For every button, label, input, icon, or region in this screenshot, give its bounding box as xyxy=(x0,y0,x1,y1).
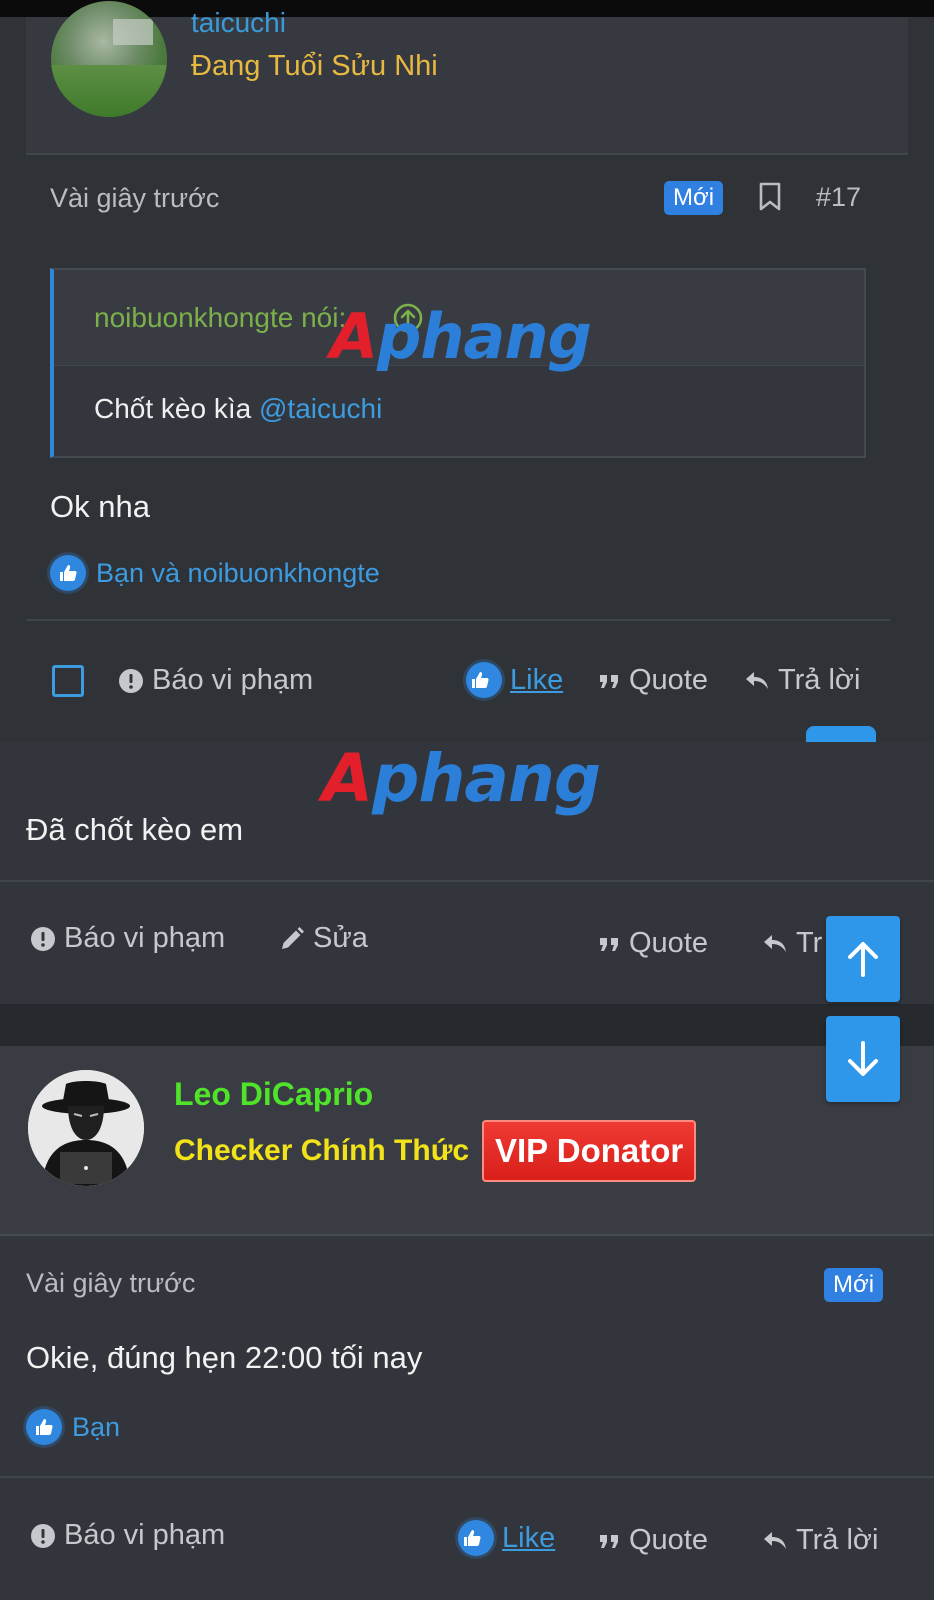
mention-link[interactable]: @taicuchi xyxy=(259,393,382,424)
scroll-top-button[interactable] xyxy=(826,916,900,1002)
watermark-a: A xyxy=(322,740,373,817)
quote-text: Chốt kèo kìa @taicuchi xyxy=(94,393,382,425)
user-title: Checker Chính Thức xyxy=(174,1134,470,1167)
arrow-up-icon xyxy=(848,942,878,977)
watermark-logo: Aphang xyxy=(322,740,601,817)
quote-icon xyxy=(600,674,618,688)
select-checkbox[interactable] xyxy=(52,665,84,697)
thumbs-up-icon xyxy=(466,662,502,698)
report-button[interactable]: Báo vi phạm xyxy=(30,1519,225,1552)
quote-icon xyxy=(600,937,618,951)
reply-label: Tr xyxy=(796,927,823,959)
arrow-down-icon xyxy=(848,1041,878,1076)
user-title: Đang Tuổi Sửu Nhi xyxy=(191,50,438,82)
avatar-building xyxy=(113,19,153,45)
post-number[interactable]: #17 xyxy=(816,182,861,213)
like-label: Like xyxy=(510,663,564,696)
reply-icon xyxy=(764,934,786,952)
new-badge: Mới xyxy=(664,181,724,215)
quote-icon xyxy=(600,1534,618,1548)
thumbs-up-icon xyxy=(50,555,86,591)
edit-label: Sửa xyxy=(313,922,368,954)
likes-summary[interactable]: Bạn và noibuonkhongte xyxy=(50,555,380,591)
post-time[interactable]: Vài giây trước xyxy=(26,1268,195,1299)
thumbs-up-icon xyxy=(26,1409,62,1445)
report-label: Báo vi phạm xyxy=(64,922,226,954)
reply-button[interactable]: Trả lời xyxy=(744,664,860,697)
report-label: Báo vi phạm xyxy=(152,664,314,696)
vip-badge: VIP Donator xyxy=(482,1120,697,1182)
bookmark-icon[interactable] xyxy=(758,182,782,212)
post19: Vài giây trước Mới Okie, đúng hẹn 22:00 … xyxy=(0,1236,934,1600)
post-body: Okie, đúng hẹn 22:00 tối nay xyxy=(26,1340,423,1375)
quote-author[interactable]: noibuonkhongte nói: xyxy=(94,302,346,334)
avatar[interactable] xyxy=(51,1,167,117)
quote-label: Quote xyxy=(629,1524,708,1556)
reply-label: Trả lời xyxy=(796,1524,879,1556)
divider xyxy=(0,880,934,882)
pencil-icon xyxy=(282,926,304,949)
post17-user-card: taicuchi Đang Tuổi Sửu Nhi xyxy=(26,1,908,155)
like-label: Like xyxy=(502,1521,556,1554)
edit-button[interactable]: Sửa xyxy=(279,922,368,955)
username[interactable]: taicuchi xyxy=(191,7,286,33)
likes-text[interactable]: Bạn và noibuonkhongte xyxy=(96,558,380,589)
post-body: Ok nha xyxy=(50,489,150,524)
quote-button[interactable]: Quote xyxy=(599,664,708,697)
report-button[interactable]: Báo vi phạm xyxy=(30,922,225,955)
like-button[interactable]: Like xyxy=(466,662,563,698)
report-button[interactable]: Báo vi phạm xyxy=(118,664,313,697)
post-time[interactable]: Vài giây trước xyxy=(50,183,219,214)
likes-text[interactable]: Bạn xyxy=(72,1412,120,1443)
avatar[interactable] xyxy=(28,1070,144,1186)
reply-button[interactable]: Trả lời xyxy=(762,1524,878,1557)
divider xyxy=(26,619,890,621)
quote-label: Quote xyxy=(629,927,708,959)
reply-button[interactable]: Tr xyxy=(762,927,822,960)
alert-icon xyxy=(31,1523,55,1548)
hacker-avatar-image xyxy=(28,1070,144,1186)
likes-summary[interactable]: Bạn xyxy=(26,1409,120,1445)
quote-button[interactable]: Quote xyxy=(599,927,708,960)
quote-button[interactable]: Quote xyxy=(599,1524,708,1557)
post-body: Đã chốt kèo em xyxy=(26,812,244,847)
reply-icon xyxy=(746,671,768,689)
quote-label: Quote xyxy=(629,664,708,696)
watermark-logo: Aphang xyxy=(330,300,592,373)
report-label: Báo vi phạm xyxy=(64,1519,226,1551)
divider xyxy=(0,1476,934,1478)
reply-label: Trả lời xyxy=(778,664,861,696)
scroll-bottom-button[interactable] xyxy=(826,1016,900,1102)
like-button[interactable]: Like xyxy=(458,1520,555,1556)
reply-icon xyxy=(764,1531,786,1549)
post-separator xyxy=(0,1004,934,1046)
alert-icon xyxy=(31,926,55,951)
avatar-field xyxy=(51,64,167,117)
watermark-a: A xyxy=(330,300,378,373)
new-badge: Mới xyxy=(824,1268,884,1302)
watermark-rest: phang xyxy=(376,300,592,373)
tab-indicator xyxy=(806,726,876,742)
post19-user-card: Leo DiCaprio Checker Chính Thức VIP Dona… xyxy=(0,1046,934,1236)
watermark-rest: phang xyxy=(372,740,601,817)
quote-text-body: Chốt kèo kìa xyxy=(94,393,259,424)
alert-icon xyxy=(119,668,143,693)
thumbs-up-icon xyxy=(458,1520,494,1556)
username[interactable]: Leo DiCaprio xyxy=(174,1076,373,1113)
